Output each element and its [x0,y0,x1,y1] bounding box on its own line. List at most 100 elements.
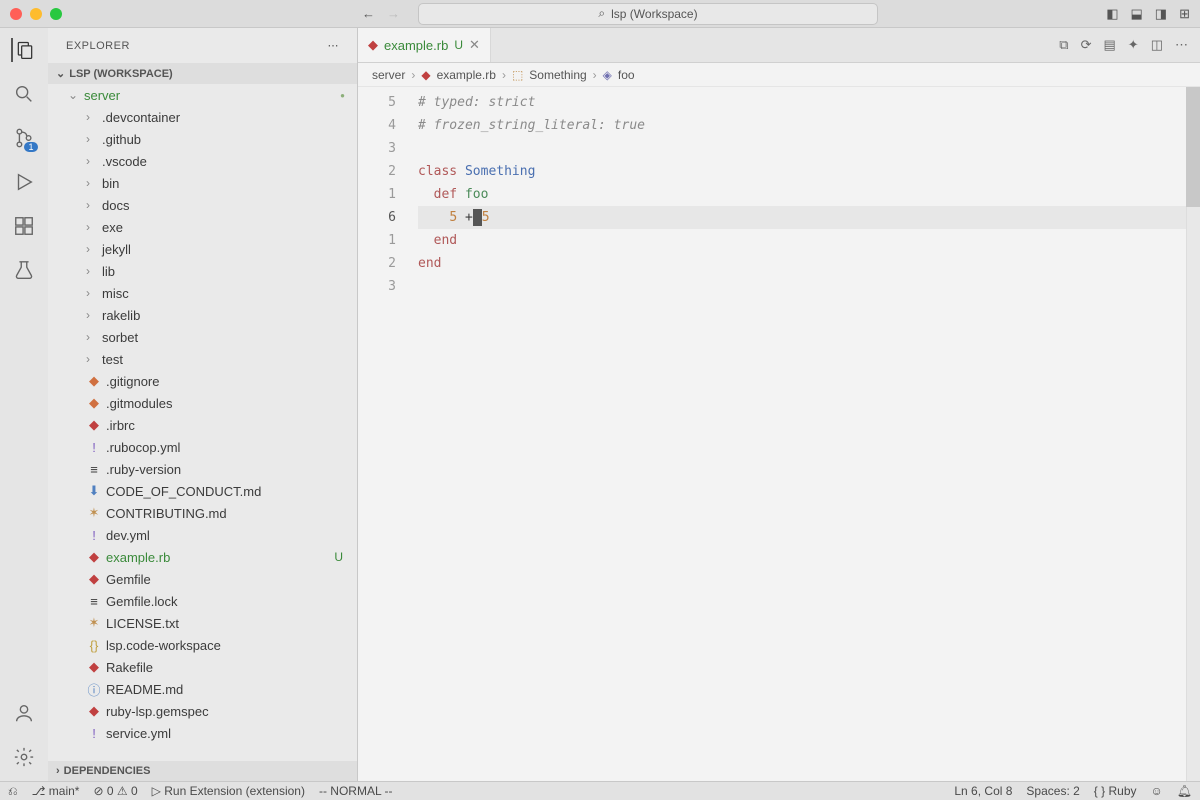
tree-file[interactable]: ◆Gemfile [48,568,357,590]
code-editor[interactable]: 543216123 # typed: strict # frozen_strin… [358,87,1200,781]
tree-folder[interactable]: ›bin [48,172,357,194]
layout-grid-icon[interactable]: ⊞ [1179,6,1190,22]
tree-file[interactable]: ✶LICENSE.txt [48,612,357,634]
problems-item[interactable]: ⊘ 0 ⚠ 0 [93,784,137,798]
chevron-right-icon: › [86,110,98,124]
tree-folder[interactable]: ›rakelib [48,304,357,326]
split-right-icon[interactable]: ▤ [1104,37,1116,53]
layout-panel-icon[interactable]: ◧ [1106,6,1118,22]
editor-area: ◆ example.rb U ✕ ⧉ ⟳ ▤ ✦ ◫ ⋯ server› ◆ex… [358,28,1200,781]
cursor-position[interactable]: Ln 6, Col 8 [954,784,1012,798]
account-icon[interactable] [12,701,36,725]
file-icon: ! [86,528,102,543]
explorer-title: EXPLORER [66,40,130,52]
tree-folder[interactable]: ›sorbet [48,326,357,348]
ruby-file-icon: ◆ [368,37,378,53]
breadcrumb-item[interactable]: foo [618,68,635,82]
tree-file[interactable]: !.rubocop.yml [48,436,357,458]
tree-file[interactable]: ⬇CODE_OF_CONDUCT.md [48,480,357,502]
file-icon: ◆ [86,373,102,389]
file-label: lsp.code-workspace [106,638,221,653]
file-label: .irbrc [106,418,135,433]
testing-icon[interactable] [12,258,36,282]
scm-icon[interactable]: 1 [12,126,36,150]
tree-file[interactable]: ◆ruby-lsp.gemspec [48,700,357,722]
tree-file[interactable]: ◆.gitignore [48,370,357,392]
file-icon: ◆ [86,549,102,565]
search-icon: ⌕ [598,6,605,21]
tree-file[interactable]: ≡Gemfile.lock [48,590,357,612]
tree-folder[interactable]: ›misc [48,282,357,304]
tree-file[interactable]: !dev.yml [48,524,357,546]
tree-folder[interactable]: ›.vscode [48,150,357,172]
code-body[interactable]: # typed: strict # frozen_string_literal:… [418,87,1200,781]
branch-item[interactable]: ⎇ main* [32,784,80,798]
tree-file[interactable]: {} lsp.code-workspace [48,634,357,656]
titlebar: ← → ⌕ lsp (Workspace) ◧ ⬓ ◨ ⊞ [0,0,1200,28]
file-label: service.yml [106,726,171,741]
minimap-thumb[interactable] [1186,87,1200,207]
search-activity-icon[interactable] [12,82,36,106]
file-status: U [334,550,343,564]
tree-root-server[interactable]: ⌄ server [48,84,357,106]
file-icon: ◆ [86,571,102,587]
minimap[interactable] [1186,87,1200,781]
folder-label: misc [102,286,129,301]
bell-icon[interactable]: 🔔︎ [1177,784,1192,798]
sparkle-icon[interactable]: ✦ [1128,37,1139,53]
tree-file[interactable]: ⓘREADME.md [48,678,357,700]
compare-icon[interactable]: ⧉ [1059,37,1068,53]
layout-side-icon[interactable]: ◨ [1155,6,1167,22]
remote-icon[interactable]: ⎌ [8,784,18,799]
explorer-header: EXPLORER ⋯ [48,28,357,63]
command-center[interactable]: ⌕ lsp (Workspace) [418,3,878,25]
tree-file[interactable]: ◆ .irbrc [48,414,357,436]
editor-actions: ⧉ ⟳ ▤ ✦ ◫ ⋯ [1059,28,1200,62]
file-icon: ⬇ [86,483,102,499]
tree-file[interactable]: ◆.gitmodules [48,392,357,414]
tree-file[interactable]: ✶CONTRIBUTING.md [48,502,357,524]
tree-folder[interactable]: ›.github [48,128,357,150]
language-item[interactable]: { } Ruby [1094,784,1137,798]
search-label: lsp (Workspace) [611,7,697,21]
tree-folder[interactable]: ›test [48,348,357,370]
explorer-icon[interactable] [11,38,35,62]
tree-folder[interactable]: ›jekyll [48,238,357,260]
file-icon: ◆ [86,417,102,433]
nav-forward-icon[interactable]: → [387,6,400,21]
breadcrumb-item[interactable]: Something [529,68,586,82]
maximize-window-button[interactable] [50,8,62,20]
more-icon[interactable]: ⋯ [1175,37,1188,53]
tree-folder[interactable]: ›exe [48,216,357,238]
file-icon: ✶ [86,505,102,521]
run-task-item[interactable]: ▷ Run Extension (extension) [152,784,305,798]
breadcrumb-item[interactable]: example.rb [437,68,496,82]
layout-bottom-icon[interactable]: ⬓ [1131,6,1143,22]
tree-file[interactable]: ≡.ruby-version [48,458,357,480]
split-editor-icon[interactable]: ◫ [1151,37,1163,53]
nav-back-icon[interactable]: ← [362,6,375,21]
breadcrumb-item[interactable]: server [372,68,405,82]
dependencies-section[interactable]: › DEPENDENCIES [48,761,357,781]
tab-example-rb[interactable]: ◆ example.rb U ✕ [358,28,491,62]
breadcrumbs[interactable]: server› ◆example.rb› ⬚Something› ◈foo [358,63,1200,87]
tab-close-icon[interactable]: ✕ [469,37,480,53]
minimize-window-button[interactable] [30,8,42,20]
feedback-icon[interactable]: ☺ [1151,784,1163,798]
indent-item[interactable]: Spaces: 2 [1026,784,1079,798]
extensions-icon[interactable] [12,214,36,238]
debug-icon[interactable] [12,170,36,194]
run-icon[interactable]: ⟳ [1081,37,1092,53]
file-icon: {} [86,638,102,653]
explorer-more-icon[interactable]: ⋯ [328,39,340,52]
close-window-button[interactable] [10,8,22,20]
tree-file[interactable]: ◆example.rbU [48,546,357,568]
class-icon: ⬚ [512,68,523,82]
tree-folder[interactable]: ›docs [48,194,357,216]
workspace-section[interactable]: ⌄ LSP (WORKSPACE) [48,63,357,84]
settings-icon[interactable] [12,745,36,769]
tree-file[interactable]: ◆Rakefile [48,656,357,678]
tree-folder[interactable]: ›.devcontainer [48,106,357,128]
tree-file[interactable]: !service.yml [48,722,357,744]
tree-folder[interactable]: ›lib [48,260,357,282]
